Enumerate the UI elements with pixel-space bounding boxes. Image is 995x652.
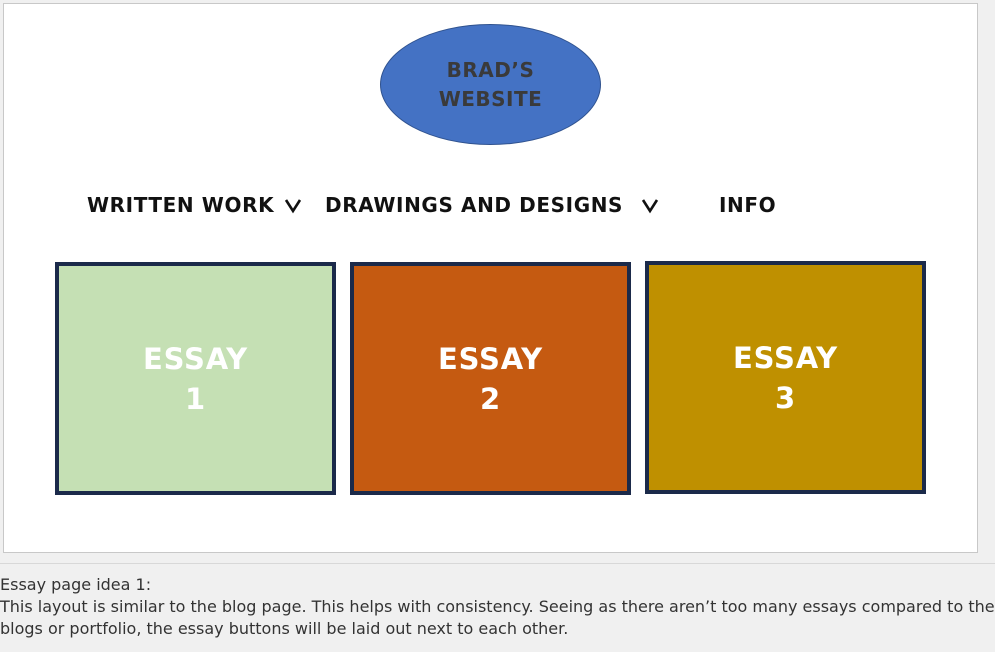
notes-divider	[0, 563, 995, 564]
essay-1-button[interactable]: ESSAY 1	[55, 262, 336, 495]
chevron-down-icon[interactable]	[284, 196, 302, 214]
essay-3-label: ESSAY 3	[733, 340, 838, 415]
notes-panel[interactable]: Essay page idea 1: This layout is simila…	[0, 574, 995, 640]
notes-heading: Essay page idea 1:	[0, 575, 152, 594]
notes-line-1: This layout is similar to the blog page.…	[0, 597, 995, 616]
essay-2-label: ESSAY 2	[438, 341, 543, 416]
nav-info[interactable]: INFO	[719, 190, 776, 220]
essay-1-label: ESSAY 1	[143, 341, 248, 416]
site-logo-text: BRAD’S WEBSITE	[438, 57, 543, 111]
notes-line-2: blogs or portfolio, the essay buttons wi…	[0, 619, 569, 638]
essay-2-button[interactable]: ESSAY 2	[350, 262, 631, 495]
chevron-down-icon[interactable]	[641, 196, 659, 214]
site-logo[interactable]: BRAD’S WEBSITE	[380, 24, 601, 145]
mockup-canvas: BRAD’S WEBSITE WRITTEN WORK DRAWINGS AND…	[3, 3, 978, 553]
nav-written-work-label: WRITTEN WORK	[87, 193, 275, 217]
essay-3-button[interactable]: ESSAY 3	[645, 261, 926, 494]
nav-written-work[interactable]: WRITTEN WORK	[87, 190, 302, 220]
nav-drawings-and-designs[interactable]: DRAWINGS AND DESIGNS	[325, 190, 659, 220]
nav-info-label: INFO	[719, 193, 777, 217]
nav-drawings-and-designs-label: DRAWINGS AND DESIGNS	[325, 193, 624, 217]
